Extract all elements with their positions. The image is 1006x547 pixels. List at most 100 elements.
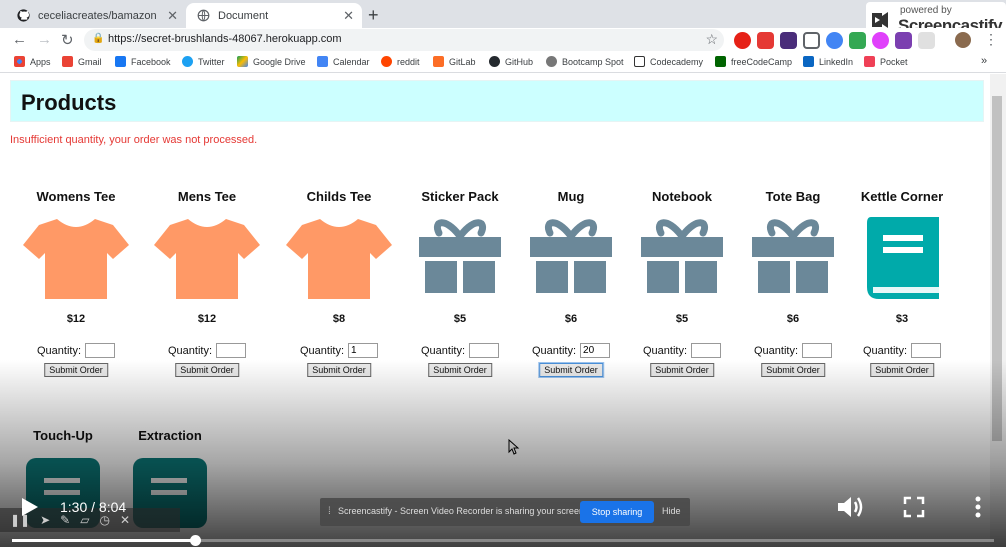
fullscreen-icon[interactable]: [903, 496, 925, 518]
submit-order-button[interactable]: Submit Order: [650, 363, 714, 377]
bookmark-github[interactable]: GitHub: [489, 56, 533, 67]
pointer-icon[interactable]: ➤: [40, 513, 50, 527]
bookmark-label: reddit: [397, 56, 420, 67]
apps-grid-icon: [14, 56, 25, 67]
extension-icon[interactable]: [780, 32, 797, 49]
globe-icon: [546, 56, 557, 67]
product-price: $5: [675, 313, 689, 325]
bookmarks-overflow-icon[interactable]: »: [981, 55, 987, 67]
quantity-input[interactable]: [911, 343, 942, 358]
bookmark-twitter[interactable]: Twitter: [182, 56, 225, 67]
bookmark-google-drive[interactable]: Google Drive: [237, 56, 306, 67]
reload-icon[interactable]: ↻: [61, 31, 74, 49]
back-arrow-icon[interactable]: ←: [12, 31, 27, 48]
page-scrollbar[interactable]: [990, 74, 1006, 547]
sharing-message: Screencastify - Screen Video Recorder is…: [338, 506, 587, 516]
bookmark-codecademy[interactable]: Codecademy: [634, 56, 703, 67]
bookmark-reddit[interactable]: reddit: [381, 56, 420, 67]
extension-icon[interactable]: [803, 32, 820, 49]
extension-icon[interactable]: [849, 32, 866, 49]
profile-avatar[interactable]: [955, 32, 971, 48]
extensions-area: [734, 32, 935, 49]
product-price: $3: [895, 313, 909, 325]
drag-handle-icon[interactable]: ⁞: [328, 506, 331, 517]
hide-button[interactable]: Hide: [662, 506, 681, 516]
bookmark-pocket[interactable]: Pocket: [864, 56, 908, 67]
quantity-input[interactable]: [216, 343, 247, 358]
product-name: Touch-Up: [33, 428, 93, 443]
quantity-input[interactable]: [802, 343, 833, 358]
extension-icon[interactable]: [872, 32, 889, 49]
close-tab-icon[interactable]: ✕: [343, 8, 354, 24]
bookmark-apps[interactable]: Apps: [14, 56, 51, 67]
submit-order-button[interactable]: Submit Order: [175, 363, 239, 377]
quantity-input[interactable]: [348, 343, 379, 358]
video-progress-bar[interactable]: [12, 535, 994, 546]
close-icon[interactable]: ✕: [120, 513, 130, 527]
extension-icon[interactable]: [918, 32, 935, 49]
bookmark-gmail[interactable]: Gmail: [62, 56, 102, 67]
tab-title: Document: [218, 9, 269, 22]
extension-icon[interactable]: [757, 32, 774, 49]
submit-order-button[interactable]: Submit Order: [44, 363, 108, 377]
submit-order-button[interactable]: Submit Order: [428, 363, 492, 377]
bookmark-star-icon[interactable]: ☆: [705, 31, 718, 48]
submit-order-button[interactable]: Submit Order: [870, 363, 934, 377]
bookmark-label: Pocket: [880, 56, 908, 67]
video-time: 1:30 / 8:04: [60, 499, 127, 515]
address-bar[interactable]: 🔒 https://secret-brushlands-48067.heroku…: [84, 29, 724, 51]
close-tab-icon[interactable]: ✕: [167, 8, 178, 24]
video-progress-knob[interactable]: [189, 535, 201, 546]
new-tab-button[interactable]: +: [368, 5, 379, 26]
timer-icon[interactable]: ◷: [99, 513, 109, 527]
product-price: $12: [66, 313, 86, 325]
quantity-label: Quantity:: [862, 344, 908, 357]
quantity-row: Quantity:: [738, 343, 848, 358]
video-progress-fill: [12, 539, 195, 542]
quantity-input[interactable]: [691, 343, 722, 358]
bookmark-linkedin[interactable]: LinkedIn: [803, 56, 853, 67]
bookmark-facebook[interactable]: Facebook: [115, 56, 171, 67]
scrollbar-thumb[interactable]: [992, 96, 1002, 441]
play-icon[interactable]: [18, 496, 40, 518]
page-title: Products: [21, 90, 117, 115]
product-name: Notebook: [652, 189, 712, 204]
submit-order-button[interactable]: Submit Order: [539, 363, 603, 377]
extension-icon[interactable]: [826, 32, 843, 49]
quantity-row: Quantity:: [21, 343, 131, 358]
extension-icon[interactable]: [895, 32, 912, 49]
bookmark-gitlab[interactable]: GitLab: [433, 56, 476, 67]
gift-icon: [641, 219, 723, 293]
quantity-input[interactable]: [85, 343, 116, 358]
product-card: Touch-Up: [8, 428, 118, 528]
product-name: Extraction: [138, 428, 202, 443]
extension-icon[interactable]: [734, 32, 751, 49]
quantity-input[interactable]: [580, 343, 611, 358]
freecodecamp-icon: [715, 56, 726, 67]
pen-icon[interactable]: ✎: [60, 513, 70, 527]
quantity-label: Quantity:: [642, 344, 688, 357]
submit-order-button[interactable]: Submit Order: [761, 363, 825, 377]
quantity-label: Quantity:: [753, 344, 799, 357]
tshirt-icon: [286, 219, 392, 299]
forward-arrow-icon[interactable]: →: [37, 31, 52, 48]
stop-sharing-button[interactable]: Stop sharing: [580, 501, 654, 523]
submit-order-button[interactable]: Submit Order: [307, 363, 371, 377]
bookmark-calendar[interactable]: Calendar: [317, 56, 370, 67]
bookmark-freecodecamp[interactable]: freeCodeCamp: [715, 56, 792, 67]
eraser-icon[interactable]: ▱: [80, 513, 89, 527]
more-options-icon[interactable]: [975, 496, 981, 518]
quantity-input[interactable]: [469, 343, 500, 358]
product-card: Extraction: [115, 428, 225, 528]
volume-icon[interactable]: [836, 494, 864, 520]
product-card: Sticker Pack $5 Quantity: Submit Order: [405, 189, 515, 377]
quantity-row: Quantity:: [847, 343, 957, 358]
gmail-icon: [62, 56, 73, 67]
quantity-label: Quantity:: [167, 344, 213, 357]
gift-icon: [752, 219, 834, 293]
bookmark-bootcamp-spot[interactable]: Bootcamp Spot: [546, 56, 624, 67]
product-name: Kettle Corner: [860, 189, 944, 204]
tab-bamazon[interactable]: ceceliacreates/bamazon ✕: [6, 3, 186, 28]
tab-document[interactable]: Document ✕: [186, 3, 362, 28]
browser-menu-icon[interactable]: ⋮: [984, 31, 998, 48]
